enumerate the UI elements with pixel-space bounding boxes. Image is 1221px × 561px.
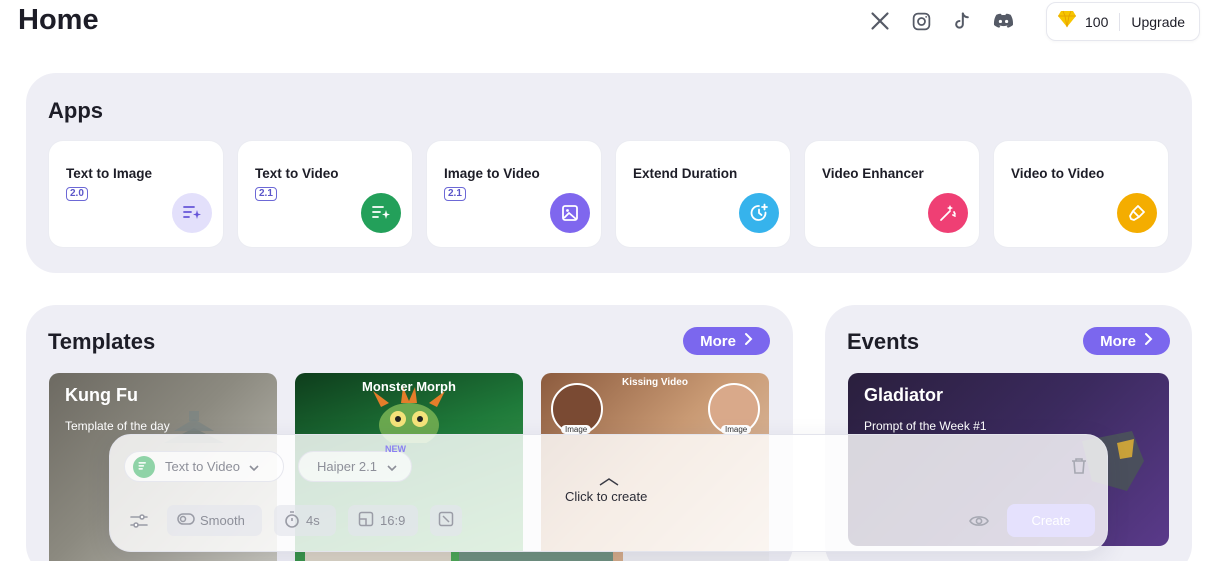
chevron-up-icon <box>599 478 619 486</box>
page-title: Home <box>18 4 99 36</box>
chevron-right-icon <box>1144 332 1153 350</box>
chevron-down-icon <box>249 459 259 474</box>
credits-widget[interactable]: 100 Upgrade <box>1046 2 1200 41</box>
social-links <box>868 9 1015 33</box>
template-title: Kung Fu <box>65 385 138 405</box>
app-card-video-to-video[interactable]: Video to Video <box>994 141 1168 247</box>
template-subtitle: Template of the day <box>65 419 170 433</box>
prompt-hint[interactable]: Click to create <box>565 489 647 504</box>
app-name: Text to Image <box>66 166 153 181</box>
create-composer[interactable]: Text to Video Haiper 2.1 NEW Click to cr… <box>109 434 1108 552</box>
templates-more-button[interactable]: More <box>683 327 770 355</box>
x-icon[interactable] <box>868 9 892 33</box>
clock-plus-icon <box>739 193 779 233</box>
app-name: Text to Video <box>255 166 339 181</box>
tiktok-icon[interactable] <box>950 9 974 33</box>
app-name: Video Enhancer <box>822 166 924 181</box>
gem-icon <box>1057 10 1077 33</box>
aspect-ratio-select[interactable]: 16:9 <box>348 505 418 536</box>
template-thumbnail <box>459 552 613 561</box>
mode-select[interactable]: Text to Video <box>124 451 284 482</box>
text-sparkle-icon <box>361 193 401 233</box>
divider <box>1119 12 1121 31</box>
aspect-ratio-icon <box>358 511 374 530</box>
aspect-ratio-label: 16:9 <box>380 513 406 528</box>
brush-icon <box>1117 193 1157 233</box>
events-more-button[interactable]: More <box>1083 327 1170 355</box>
template-title: Monster Morph <box>362 379 456 394</box>
app-card-text-to-image[interactable]: Text to Image 2.0 <box>49 141 223 247</box>
resize-button[interactable] <box>430 505 462 536</box>
model-label: Haiper 2.1 <box>317 459 377 474</box>
new-badge: NEW <box>385 444 406 454</box>
duration-label: 4s <box>306 513 320 528</box>
events-title: Events <box>847 329 920 354</box>
duration-select[interactable]: 4s <box>274 505 336 536</box>
apps-panel: Apps Text to Image 2.0 Text to Video 2.1… <box>26 73 1192 273</box>
app-card-image-to-video[interactable]: Image to Video 2.1 <box>427 141 601 247</box>
magic-wand-icon <box>928 193 968 233</box>
version-badge: 2.1 <box>444 187 466 201</box>
app-card-extend-duration[interactable]: Extend Duration <box>616 141 790 247</box>
image-icon <box>550 193 590 233</box>
motion-label: Smooth <box>200 513 245 528</box>
app-name: Image to Video <box>444 166 540 181</box>
template-thumbnail <box>305 552 451 561</box>
crop-icon <box>438 511 454 530</box>
settings-sliders-icon[interactable] <box>128 510 150 532</box>
event-subtitle: Prompt of the Week #1 <box>864 419 987 433</box>
chevron-down-icon <box>387 459 397 474</box>
apps-title: Apps <box>48 98 103 123</box>
mode-label: Text to Video <box>165 459 240 474</box>
app-card-video-enhancer[interactable]: Video Enhancer <box>805 141 979 247</box>
version-badge: 2.0 <box>66 187 88 201</box>
toggle-icon <box>177 513 195 528</box>
event-title: Gladiator <box>864 385 944 405</box>
app-card-text-to-video[interactable]: Text to Video 2.1 <box>238 141 412 247</box>
text-sparkle-icon <box>172 193 212 233</box>
version-badge: 2.1 <box>255 187 277 201</box>
more-label: More <box>700 332 736 350</box>
trash-icon[interactable] <box>1068 455 1090 477</box>
credits-amount: 100 <box>1085 13 1109 30</box>
home-page: Home 100 Upgrade Apps Text to Image 2.0 <box>0 0 1221 561</box>
template-thumbnail <box>623 552 769 561</box>
timer-icon <box>284 510 300 531</box>
app-name: Video to Video <box>1011 166 1105 181</box>
app-name: Extend Duration <box>633 166 738 181</box>
instagram-icon[interactable] <box>909 9 933 33</box>
model-select[interactable]: Haiper 2.1 <box>298 451 412 482</box>
chevron-right-icon <box>744 332 753 350</box>
image-tag: Image <box>561 425 592 434</box>
image-tag: Image <box>721 425 752 434</box>
upgrade-button[interactable]: Upgrade <box>1131 14 1185 30</box>
eye-icon[interactable] <box>968 510 990 532</box>
text-sparkle-icon <box>133 455 155 478</box>
create-button[interactable]: Create <box>1007 504 1095 537</box>
template-title: Kissing Video <box>622 377 688 388</box>
discord-icon[interactable] <box>991 9 1015 33</box>
more-label: More <box>1100 332 1136 350</box>
templates-title: Templates <box>48 329 156 354</box>
motion-select[interactable]: Smooth <box>167 505 262 536</box>
